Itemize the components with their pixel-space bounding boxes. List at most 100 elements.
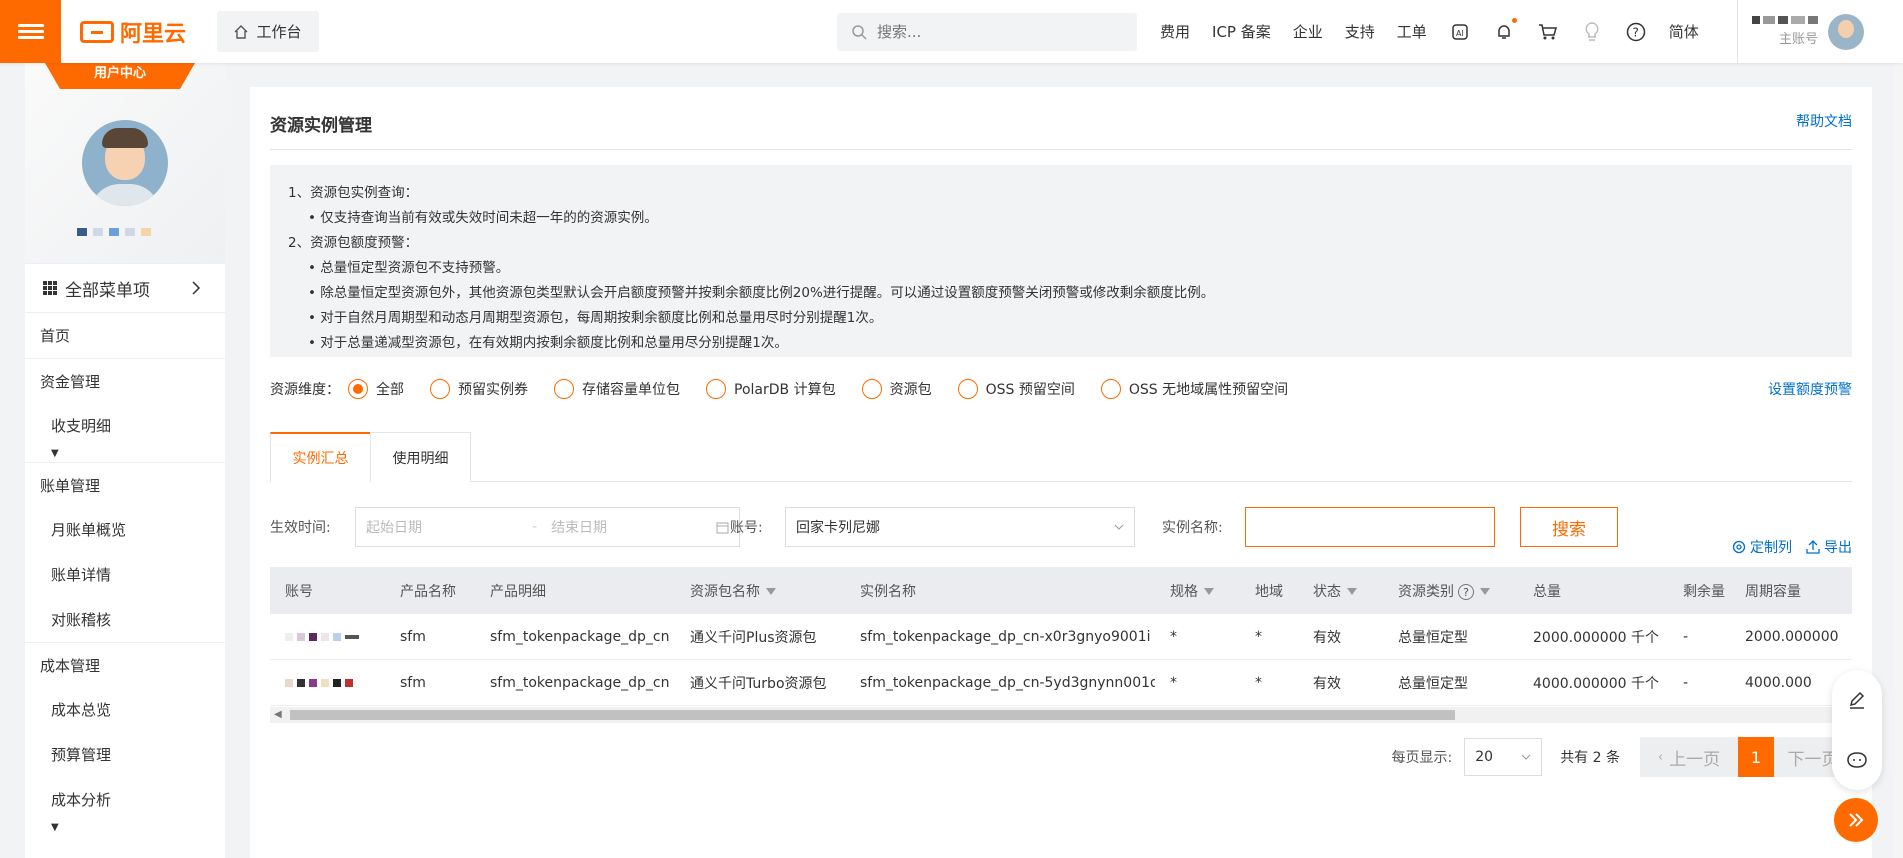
chevron-down-icon [1114,524,1124,530]
bell-icon[interactable] [1493,17,1517,43]
chat-icon[interactable] [1846,750,1868,770]
filter-bar: 生效时间: 起始日期 - 结束日期 账号: 回家卡列尼娜 实例名称: 搜索 [270,507,1852,547]
cell-instance-name: sfm_tokenpackage_dp_cn-x0r3gnyo9001i [860,628,1151,645]
nav-ticket[interactable]: 工单 [1397,21,1427,42]
cell-spec: * [1170,674,1177,691]
horizontal-scrollbar[interactable]: ◀ [270,707,1852,723]
sidebar-group-funds[interactable]: 资金管理 [25,358,225,403]
customize-columns-button[interactable]: 定制列 [1732,537,1792,557]
cart-icon[interactable] [1537,21,1559,43]
table-row[interactable]: sfm sfm_tokenpackage_dp_cn 通义千问Plus资源包 s… [270,614,1852,660]
all-menu-button[interactable]: 全部菜单项 [25,263,225,313]
divider [270,149,1852,150]
col-status[interactable]: 状态 [1298,581,1383,601]
avatar[interactable] [1828,13,1864,50]
sidebar-item-home[interactable]: 首页 [25,313,225,358]
expand-assistant-button[interactable] [1834,798,1878,842]
date-range-picker[interactable]: 起始日期 - 结束日期 [355,507,740,547]
cell-package-name: 通义千问Turbo资源包 [690,675,827,692]
nav-support[interactable]: 支持 [1345,21,1375,42]
radio-oss-reserved[interactable]: OSS 预留空间 [957,379,1075,399]
filter-icon[interactable] [766,588,776,595]
filter-icon[interactable] [1347,588,1357,595]
account-select[interactable]: 回家卡列尼娜 [785,507,1135,547]
cell-spec: * [1170,628,1177,645]
radio-storage-unit[interactable]: 存储容量单位包 [554,379,680,399]
global-search[interactable] [837,13,1137,51]
nav-enterprise[interactable]: 企业 [1293,21,1323,42]
radio-unchecked-icon [554,379,574,399]
col-package-name[interactable]: 资源包名称 [675,581,845,601]
question-icon[interactable]: ? [1458,584,1474,600]
export-button[interactable]: 导出 [1806,537,1852,557]
expand-caret-icon[interactable]: ▼ [25,822,225,836]
nav-fee[interactable]: 费用 [1160,21,1190,42]
search-button[interactable]: 搜索 [1520,507,1618,547]
double-chevron-right-icon [1849,813,1864,827]
notice-line: 除总量恒定型资源包外，其他资源包类型默认会开启额度预警并按剩余额度比例20%进行… [288,281,1834,306]
cell-package-name: 通义千问Plus资源包 [690,629,817,646]
radio-all[interactable]: 全部 [348,379,404,399]
sidebar-item-cost-analysis[interactable]: 成本分析 [25,777,225,822]
filter-icon[interactable] [1480,588,1490,595]
expand-caret-icon[interactable]: ▼ [25,448,225,462]
filter-icon[interactable] [1204,588,1214,595]
workbench-button[interactable]: 工作台 [217,11,319,52]
table-row[interactable]: sfm sfm_tokenpackage_dp_cn 通义千问Turbo资源包 … [270,660,1852,706]
instance-name-input[interactable] [1245,507,1495,547]
aliyun-logo[interactable]: 阿里云 [80,16,186,48]
sidebar-item-income-expense[interactable]: 收支明细 [25,403,225,448]
chevron-right-icon [192,281,201,295]
chevron-down-icon [1521,754,1531,760]
set-quota-warning-link[interactable]: 设置额度预警 [1768,379,1852,399]
current-page-button[interactable]: 1 [1738,737,1774,777]
top-nav: 费用 ICP 备案 企业 支持 工单 AI ? 简体 [1160,0,1699,63]
sidebar-item-reconciliation[interactable]: 对账稽核 [25,597,225,642]
prev-page-button[interactable]: ‹ 上一页 [1640,737,1738,777]
radio-oss-no-region[interactable]: OSS 无地域属性预留空间 [1100,379,1288,399]
account-names: 主账号 [1752,16,1818,47]
col-resource-type[interactable]: 资源类别? [1383,581,1518,601]
col-spec[interactable]: 规格 [1155,581,1240,601]
search-input[interactable] [877,23,1097,41]
export-icon [1806,540,1820,554]
sidebar-item-budget[interactable]: 预算管理 [25,732,225,777]
account-name-blur [1752,16,1818,24]
nav-icp[interactable]: ICP 备案 [1212,21,1271,42]
help-icon[interactable]: ? [1625,21,1647,43]
sidebar-item-bill-detail[interactable]: 账单详情 [25,552,225,597]
sidebar-group-bills[interactable]: 账单管理 [25,462,225,507]
language-switch[interactable]: 简体 [1669,21,1699,42]
per-page-select[interactable]: 20 [1464,738,1543,776]
cell-cycle-capacity: 4000.000 [1745,674,1812,691]
col-account: 账号 [285,583,313,600]
scroll-thumb[interactable] [290,710,1455,720]
grid-icon [43,281,57,295]
scroll-left-icon[interactable]: ◀ [274,709,282,720]
radio-unchecked-icon [706,379,726,399]
lightbulb-icon[interactable] [1581,21,1603,43]
notice-line: 总量恒定型资源包不支持预警。 [288,256,1834,281]
workbench-label: 工作台 [256,23,302,41]
user-avatar[interactable] [82,120,168,206]
edit-icon[interactable] [1847,690,1867,710]
vertical-scrollbar[interactable] [1895,63,1903,858]
tab-usage-detail[interactable]: 使用明细 [370,432,471,482]
ai-assistant-icon[interactable]: AI [1449,21,1471,43]
menu-toggle-button[interactable] [0,0,61,63]
cell-status: 有效 [1313,675,1341,692]
col-total: 总量 [1533,583,1561,600]
sidebar-group-cost[interactable]: 成本管理 [25,642,225,687]
sidebar-item-cost-overview[interactable]: 成本总览 [25,687,225,732]
sidebar-item-monthly-bill[interactable]: 月账单概览 [25,507,225,552]
radio-resource-package[interactable]: 资源包 [861,379,932,399]
cell-instance-name: sfm_tokenpackage_dp_cn-5yd3gnynn001d [860,674,1155,691]
search-icon [852,25,867,40]
radio-reserved-instance[interactable]: 预留实例券 [430,379,528,399]
radio-polardb[interactable]: PolarDB 计算包 [706,379,836,399]
user-center-tab[interactable]: 用户中心 [45,63,195,89]
tab-instance-summary[interactable]: 实例汇总 [270,432,371,482]
help-doc-link[interactable]: 帮助文档 [1796,111,1852,131]
account-menu[interactable]: 主账号 [1737,0,1903,63]
notice-line: 对于自然月周期型和动态月周期型资源包，每周期按剩余额度比例和总量用尽时分别提醒1… [288,306,1834,331]
